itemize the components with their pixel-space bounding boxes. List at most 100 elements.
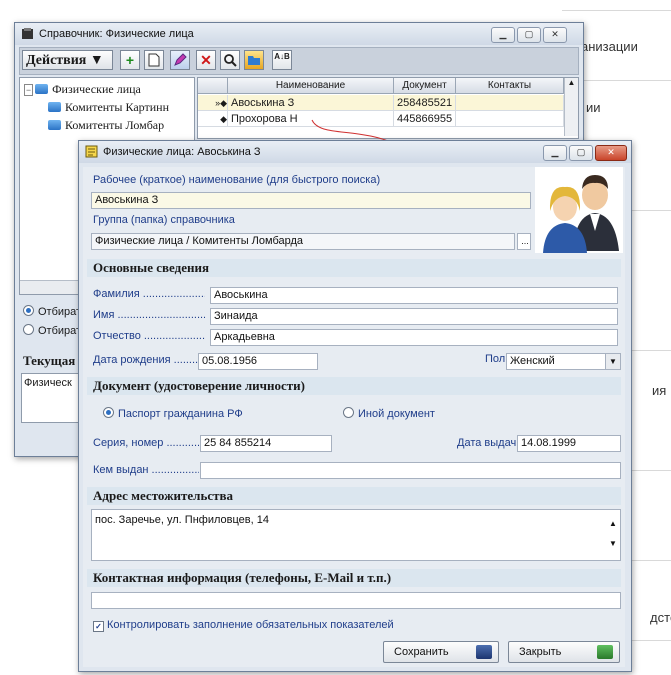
series-field[interactable]: 25 84 855214: [200, 435, 332, 452]
pencil-icon: [174, 53, 187, 66]
table-row[interactable]: »◆ Авоськина З 258485521: [198, 95, 564, 111]
tree-root[interactable]: − Физические лица: [24, 82, 141, 97]
grid-scrollbar[interactable]: ▲: [564, 78, 578, 136]
cell-name: Авоськина З: [228, 95, 394, 111]
edit-button[interactable]: [170, 50, 190, 70]
cell-contacts: [456, 95, 564, 111]
search-button[interactable]: [220, 50, 240, 70]
filter-radio-2[interactable]: Отбират: [23, 324, 81, 337]
gender-select[interactable]: Женский ▼: [506, 353, 621, 370]
grid-corner: [198, 78, 228, 94]
save-button-label: Сохранить: [394, 646, 449, 658]
section-document: Документ (удостоверение личности): [87, 377, 621, 395]
checkbox-icon: ✓: [93, 621, 104, 632]
surname-label: Фамилия ..........................: [93, 288, 205, 300]
surname-field[interactable]: Авоськина: [210, 287, 618, 304]
column-header-document[interactable]: Документ: [394, 78, 456, 94]
folder-icon: [248, 56, 260, 65]
gender-label: Пол: [485, 353, 506, 365]
dialog-body: Рабочее (краткое) наименование (для быст…: [83, 167, 625, 667]
birth-date-label: Дата рождения ............: [93, 354, 205, 366]
birth-date-field[interactable]: 05.08.1956: [198, 353, 318, 370]
form-icon: [85, 145, 98, 158]
issued-by-label: Кем выдан .......................: [93, 464, 199, 476]
chevron-down-icon[interactable]: ▼: [605, 354, 620, 369]
filter-radio-2-label: Отбират: [38, 325, 82, 337]
close-button[interactable]: ✕: [543, 27, 567, 43]
contacts-field[interactable]: [91, 592, 621, 609]
current-value: Физическ: [24, 377, 72, 389]
sort-button[interactable]: A↓B: [272, 50, 292, 70]
address-value: пос. Заречье, ул. Пнфиловцев, 14: [95, 514, 269, 526]
people-avatar-icon: [535, 167, 623, 253]
control-checkbox-label: Контролировать заполнение обязательных п…: [107, 619, 394, 631]
maximize-button[interactable]: ▢: [517, 27, 541, 43]
patronymic-field[interactable]: Аркадьевна: [210, 329, 618, 346]
add-button[interactable]: +: [120, 50, 140, 70]
gender-value: Женский: [510, 355, 555, 367]
directory-toolbar: Действия ▼ + ✕ A↓B: [19, 47, 579, 75]
radio-icon: [23, 324, 34, 335]
dialog-maximize-button[interactable]: ▢: [569, 145, 593, 161]
folder-icon: [48, 102, 61, 112]
doc-radio-passport-label: Паспорт гражданина РФ: [118, 408, 243, 420]
directory-titlebar: Справочник: Физические лица ▁ ▢ ✕: [15, 23, 583, 45]
section-contacts: Контактная информация (телефоны, E-Mail …: [87, 569, 621, 587]
tree-item-label: Комитенты Картинн: [65, 100, 170, 114]
background-text-2: ии: [586, 100, 601, 115]
row-marker: ◆: [198, 111, 228, 127]
save-icon: [476, 645, 492, 659]
address-scrollbar[interactable]: ▲ ▼: [608, 514, 618, 554]
background-text-3: ия: [652, 383, 667, 398]
series-label: Серия, номер .................: [93, 437, 199, 449]
directory-icon: [22, 28, 33, 39]
column-header-name[interactable]: Наименование: [228, 78, 394, 94]
dialog-close-button[interactable]: ✕: [595, 145, 627, 161]
group-select-button[interactable]: ...: [517, 233, 531, 250]
tree-item[interactable]: Комитенты Картинн: [48, 100, 169, 115]
close-button-label: Закрыть: [519, 646, 562, 658]
cell-contacts: [456, 111, 564, 127]
copy-button[interactable]: [144, 50, 164, 70]
doc-radio-passport[interactable]: Паспорт гражданина РФ: [103, 407, 243, 420]
exit-icon: [597, 645, 613, 659]
folder-icon: [48, 120, 61, 130]
control-checkbox[interactable]: ✓ Контролировать заполнение обязательных …: [93, 619, 394, 632]
tree-collapse-icon[interactable]: −: [24, 84, 34, 96]
dialog-minimize-button[interactable]: ▁: [543, 145, 567, 161]
name-field[interactable]: Зинаида: [210, 308, 618, 325]
folder-icon: [35, 84, 49, 94]
issue-date-field[interactable]: 14.08.1999: [517, 435, 621, 452]
patronymic-label: Отчество ..........................: [93, 330, 205, 342]
filter-radio-1[interactable]: Отбират: [23, 305, 81, 318]
short-name-label: Рабочее (краткое) наименование (для быст…: [93, 174, 381, 186]
current-value-box: Физическ: [21, 373, 85, 423]
issued-by-field[interactable]: [200, 462, 621, 479]
doc-radio-other[interactable]: Иной документ: [343, 407, 435, 420]
radio-icon: [103, 407, 114, 418]
copy-icon: [148, 53, 160, 67]
doc-radio-other-label: Иной документ: [358, 408, 435, 420]
person-dialog: Физические лица: Авоськина З ▁ ▢ ✕ Рабоч…: [78, 140, 632, 672]
cell-document: 258485521: [394, 95, 456, 111]
current-label: Текущая: [23, 353, 76, 368]
directory-title: Справочник: Физические лица: [39, 28, 194, 40]
issue-date-label: Дата выдачи: [457, 437, 523, 449]
row-marker: »◆: [198, 95, 228, 111]
section-basic: Основные сведения: [87, 259, 621, 277]
group-label: Группа (папка) справочника: [93, 214, 235, 226]
short-name-field[interactable]: Авоськина З: [91, 192, 531, 209]
group-field[interactable]: Физические лица / Комитенты Ломбарда: [91, 233, 515, 250]
actions-menu-button[interactable]: Действия ▼: [22, 50, 113, 70]
tree-item-label: Комитенты Ломбар: [65, 118, 165, 132]
column-header-contacts[interactable]: Контакты: [456, 78, 564, 94]
tree-item[interactable]: Комитенты Ломбар: [48, 118, 164, 133]
address-textarea[interactable]: пос. Заречье, ул. Пнфиловцев, 14 ▲ ▼: [91, 509, 621, 561]
minimize-button[interactable]: ▁: [491, 27, 515, 43]
close-dialog-button[interactable]: Закрыть: [508, 641, 620, 663]
save-button[interactable]: Сохранить: [383, 641, 499, 663]
section-address: Адрес местожительства: [87, 487, 621, 505]
search-icon: [223, 54, 237, 67]
filter-button[interactable]: [244, 50, 264, 70]
delete-button[interactable]: ✕: [196, 50, 216, 70]
